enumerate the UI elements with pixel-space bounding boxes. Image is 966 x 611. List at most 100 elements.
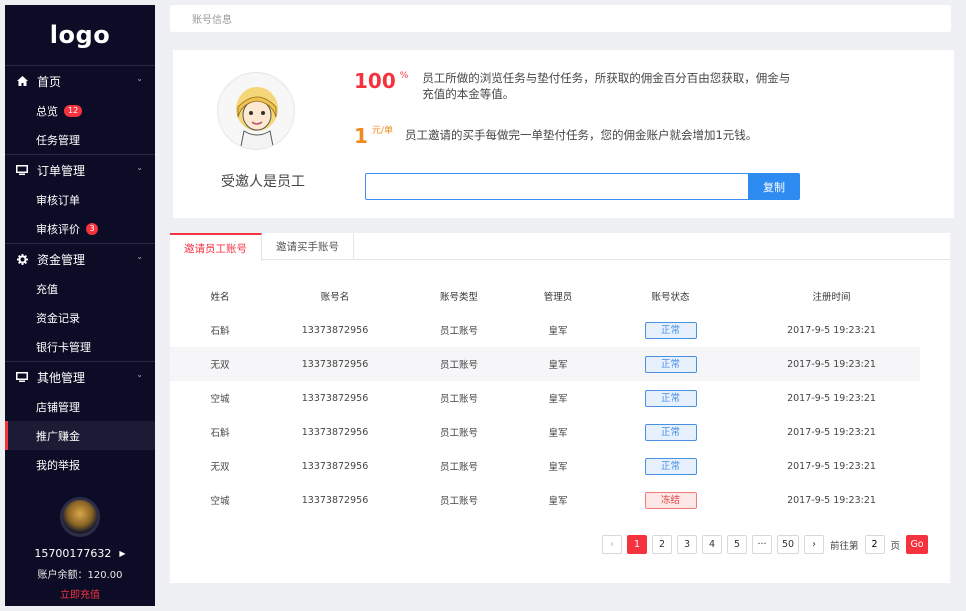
cell-account: 13373872956 [301,426,369,438]
home-icon [15,76,29,86]
employee-illustration [217,72,295,150]
cell-admin: 皇军 [548,496,568,507]
nav-head-funds[interactable]: 资金管理 ⌄ [5,244,155,274]
cell-type: 员工账号 [439,326,478,337]
nav-head-other[interactable]: 其他管理 ⌄ [5,362,155,392]
status-badge: 正常 [644,457,697,475]
cell-admin: 皇军 [548,462,568,473]
cell-status: 正常 [598,313,743,347]
prev-page-button[interactable]: ‹ [602,535,622,554]
cell-account: 13373872956 [301,494,369,506]
table-row: 空城 13373872956 员工账号 皇军 正常 2017-9-5 19:23… [170,381,920,415]
logo[interactable]: logo [5,5,155,65]
cell-type: 员工账号 [400,347,518,381]
cell-status: 正常 [598,415,743,449]
goto-prefix: 前往第 [830,540,859,552]
cell-type: 员工账号 [439,462,478,473]
invite-link-input[interactable] [365,173,748,200]
promo-unit: % [399,71,409,81]
column-header: 账号状态 [651,292,690,303]
cell-name: 空城 [210,496,230,507]
page-button[interactable]: 3 [677,535,697,554]
cell-name: 石斛 [210,428,230,439]
table-header-row: 姓名 账号名 账号类型 管理员 账号状态 注册时间 [170,279,920,313]
phone-number: 15700177632 [34,547,112,560]
count-badge: 3 [86,222,98,235]
nav-head-home[interactable]: 首页 ⌄ [5,66,155,96]
status-badge: 正常 [644,423,697,441]
tab-invite-buyer[interactable]: 邀请买手账号 [262,233,354,260]
recharge-link[interactable]: 立即充值 [5,586,155,601]
breadcrumb: 账号信息 [170,5,951,32]
cell-admin: 皇军 [548,394,568,405]
chevron-down-icon: ⌄ [136,252,143,261]
ellipsis-button[interactable]: ··· [752,535,772,554]
sidebar-item-label: 充值 [36,282,58,296]
cell-name: 空城 [210,394,230,405]
nav-group-orders: 订单管理 ⌄ 审核订单 审核评价 3 [5,154,155,243]
sidebar-item-my-reports[interactable]: 我的举报 [5,450,155,479]
cell-name: 无双 [210,462,230,473]
accounts-card: 邀请员工账号 邀请买手账号 姓名 账号名 账号类型 管理员 账号状态 注册时间 … [170,233,950,583]
cell-registered: 2017-9-5 19:23:21 [743,347,920,381]
sidebar-item-review-orders[interactable]: 审核订单 [5,185,155,214]
promo-commission: 100 % 员工所做的浏览任务与垫付任务，所获取的佣金百分百由您获取，佣金与充值… [354,70,792,102]
page-button[interactable]: 50 [777,535,799,554]
sidebar-item-fund-records[interactable]: 资金记录 [5,303,155,332]
status-badge: 正常 [644,321,697,339]
nav-group-funds: 资金管理 ⌄ 充值 资金记录 银行卡管理 [5,243,155,361]
cell-account: 13373872956 [301,324,369,336]
sidebar-item-label: 推广赚金 [36,429,80,443]
sidebar-item-label: 我的举报 [36,458,80,472]
page-button[interactable]: 2 [652,535,672,554]
promo-text: 员工邀请的买手每做完一单垫付任务，您的佣金账户就会增加1元钱。 [404,128,758,142]
cell-admin: 皇军 [548,326,568,337]
goto-page-input[interactable] [864,535,885,554]
table-row: 无双 13373872956 员工账号 皇军 正常 2017-9-5 19:23… [170,347,920,381]
nav-head-label: 首页 [37,74,62,89]
nav-group-home: 首页 ⌄ 总览 12 任务管理 [5,65,155,154]
column-header: 姓名 [210,292,230,303]
tab-invite-employee[interactable]: 邀请员工账号 [170,233,262,261]
cell-type: 员工账号 [439,394,478,405]
nav-head-label: 资金管理 [37,252,86,267]
chevron-down-icon: ⌄ [136,74,143,83]
page-button[interactable]: 1 [627,535,647,554]
page-button[interactable]: 5 [727,535,747,554]
sidebar-item-recharge[interactable]: 充值 [5,274,155,303]
cell-name: 石斛 [210,326,230,337]
chevron-down-icon: ⌄ [136,370,143,379]
cell-registered: 2017-9-5 19:23:21 [787,460,876,472]
table-row: 石斛 13373872956 员工账号 皇军 正常 2017-9-5 19:23… [170,313,920,347]
sidebar-item-label: 审核订单 [36,193,80,207]
cell-account: 13373872956 [301,392,369,404]
sidebar-item-overview[interactable]: 总览 12 [5,96,155,125]
column-header: 账号名 [320,292,350,303]
gear-icon [15,253,29,265]
promo-big-value: 100 [354,69,396,93]
copy-button[interactable]: 复制 [748,173,800,200]
next-page-button[interactable]: › [804,535,824,554]
table-row: 无双 13373872956 员工账号 皇军 正常 2017-9-5 19:23… [170,449,920,483]
promo-text: 员工所做的浏览任务与垫付任务，所获取的佣金百分百由您获取，佣金与充值的本金等值。 [422,71,791,101]
cell-admin: 皇军 [548,428,568,439]
go-button[interactable]: Go [906,535,929,554]
page-button[interactable]: 4 [702,535,722,554]
sidebar-item-bank-cards[interactable]: 银行卡管理 [5,332,155,361]
breadcrumb-label: 账号信息 [192,15,232,26]
status-badge: 正常 [644,389,697,407]
user-block: 15700177632 ▶ 账户余额：120.00 立即充值 [5,497,155,601]
sidebar-item-review-comments[interactable]: 审核评价 3 [5,214,155,243]
promo-big-value: 1 [354,124,368,148]
sidebar-item-promotion[interactable]: 推广赚金 [5,421,155,450]
nav-head-orders[interactable]: 订单管理 ⌄ [5,155,155,185]
avatar[interactable] [60,497,100,537]
invite-link-row: 复制 [365,173,800,200]
promo-per-order: 1 元/单 员工邀请的买手每做完一单垫付任务，您的佣金账户就会增加1元钱。 [354,125,785,147]
sidebar-item-shop-management[interactable]: 店铺管理 [5,392,155,421]
sidebar-item-task-management[interactable]: 任务管理 [5,125,155,154]
tab-bar: 邀请员工账号 邀请买手账号 [170,233,950,261]
promo-unit: 元/单 [371,126,393,136]
user-phone[interactable]: 15700177632 ▶ [5,547,155,560]
cell-registered: 2017-9-5 19:23:21 [787,392,876,404]
